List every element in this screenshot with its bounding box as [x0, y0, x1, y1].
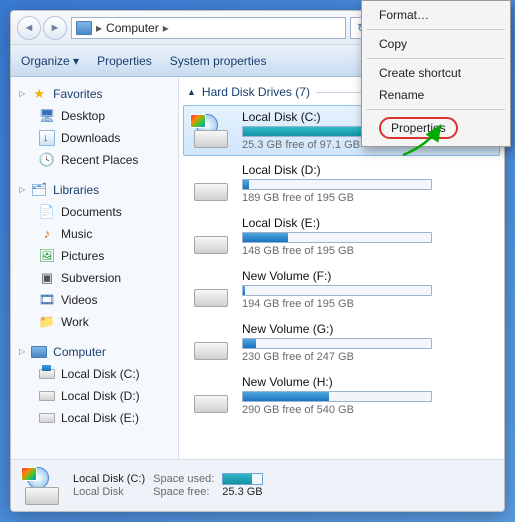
favorites-header[interactable]: ▷★ Favorites — [11, 83, 178, 105]
libraries-icon: 🗂 — [31, 182, 47, 198]
recent-icon: 🕓 — [39, 152, 55, 168]
computer-icon — [76, 21, 92, 35]
usage-bar — [242, 179, 432, 190]
pictures-icon: 🖼 — [39, 248, 55, 264]
drive-name: New Volume (G:) — [242, 322, 493, 336]
menu-item-properties[interactable]: Properties — [365, 113, 507, 143]
computer-header[interactable]: ▷ Computer — [11, 341, 178, 363]
folder-icon: ▣ — [39, 270, 55, 286]
free-space-text: 194 GB free of 195 GB — [242, 298, 493, 310]
collapse-icon: ▲ — [187, 87, 196, 97]
desktop-icon: 🖥 — [39, 108, 55, 124]
chevron-right-icon: ▸ — [163, 21, 169, 35]
drive-icon — [190, 220, 232, 254]
footer-used-label: Space used: — [153, 473, 214, 485]
drive-name: New Volume (F:) — [242, 269, 493, 283]
drive-row[interactable]: New Volume (H:) 290 GB free of 540 GB — [183, 370, 500, 421]
sidebar: ▷★ Favorites 🖥Desktop Downloads 🕓Recent … — [11, 77, 179, 459]
music-icon: ♪ — [39, 226, 55, 242]
drive-name: New Volume (H:) — [242, 375, 493, 389]
footer-drive-type: Local Disk — [73, 486, 145, 498]
downloads-icon — [39, 130, 55, 146]
drive-row[interactable]: Local Disk (E:) 148 GB free of 195 GB — [183, 211, 500, 262]
menu-item-format[interactable]: Format… — [365, 4, 507, 26]
address-bar[interactable]: ▸ Computer ▸ — [71, 17, 346, 39]
computer-icon — [31, 346, 47, 358]
sidebar-item-drive-d[interactable]: Local Disk (D:) — [11, 385, 178, 407]
free-space-text: 189 GB free of 195 GB — [242, 192, 493, 204]
drive-icon — [39, 391, 55, 401]
drive-name: Local Disk (E:) — [242, 216, 493, 230]
star-icon: ★ — [31, 86, 47, 102]
libraries-header[interactable]: ▷🗂 Libraries — [11, 179, 178, 201]
sidebar-item-work[interactable]: 📁Work — [11, 311, 178, 333]
videos-icon: 🎞 — [39, 292, 55, 308]
sidebar-item-drive-e[interactable]: Local Disk (E:) — [11, 407, 178, 429]
footer-free-value: 25.3 GB — [222, 486, 262, 498]
drive-icon — [39, 369, 55, 379]
free-space-text: 230 GB free of 247 GB — [242, 351, 493, 363]
menu-item-copy[interactable]: Copy — [365, 33, 507, 55]
sidebar-item-recent[interactable]: 🕓Recent Places — [11, 149, 178, 171]
sidebar-item-drive-c[interactable]: Local Disk (C:) — [11, 363, 178, 385]
chevron-right-icon: ▸ — [96, 21, 102, 35]
sidebar-item-videos[interactable]: 🎞Videos — [11, 289, 178, 311]
footer-usage-bar — [222, 473, 262, 485]
drive-icon-large — [21, 467, 63, 505]
usage-bar — [242, 338, 432, 349]
back-button[interactable]: ◄ — [17, 16, 41, 40]
free-space-text: 148 GB free of 195 GB — [242, 245, 493, 257]
documents-icon: 📄 — [39, 204, 55, 220]
sidebar-item-pictures[interactable]: 🖼Pictures — [11, 245, 178, 267]
organize-menu[interactable]: Organize ▾ — [21, 54, 79, 68]
usage-bar — [242, 391, 432, 402]
footer-free-label: Space free: — [153, 486, 214, 498]
sidebar-item-documents[interactable]: 📄Documents — [11, 201, 178, 223]
drive-row[interactable]: New Volume (G:) 230 GB free of 247 GB — [183, 317, 500, 368]
drive-row[interactable]: Local Disk (D:) 189 GB free of 195 GB — [183, 158, 500, 209]
menu-item-create-shortcut[interactable]: Create shortcut — [365, 62, 507, 84]
sidebar-item-downloads[interactable]: Downloads — [11, 127, 178, 149]
footer-drive-name: Local Disk (C:) — [73, 473, 145, 485]
drive-icon — [190, 326, 232, 360]
sidebar-item-music[interactable]: ♪Music — [11, 223, 178, 245]
menu-item-rename[interactable]: Rename — [365, 84, 507, 106]
usage-bar — [242, 232, 432, 243]
drive-row[interactable]: New Volume (F:) 194 GB free of 195 GB — [183, 264, 500, 315]
breadcrumb-computer[interactable]: Computer — [106, 21, 159, 35]
drive-icon — [190, 379, 232, 413]
properties-button[interactable]: Properties — [97, 54, 152, 68]
sidebar-item-desktop[interactable]: 🖥Desktop — [11, 105, 178, 127]
free-space-text: 290 GB free of 540 GB — [242, 404, 493, 416]
drive-icon — [190, 167, 232, 201]
drive-name: Local Disk (D:) — [242, 163, 493, 177]
drive-icon — [190, 273, 232, 307]
usage-bar — [242, 285, 432, 296]
sidebar-item-subversion[interactable]: ▣Subversion — [11, 267, 178, 289]
forward-button[interactable]: ► — [43, 16, 67, 40]
folder-icon: 📁 — [39, 314, 55, 330]
context-menu: Format… Copy Create shortcut Rename Prop… — [361, 0, 511, 147]
drive-icon — [39, 413, 55, 423]
details-pane: Local Disk (C:) Space used: Local Disk S… — [11, 459, 504, 511]
system-properties-button[interactable]: System properties — [170, 54, 267, 68]
drive-icon — [190, 114, 232, 148]
